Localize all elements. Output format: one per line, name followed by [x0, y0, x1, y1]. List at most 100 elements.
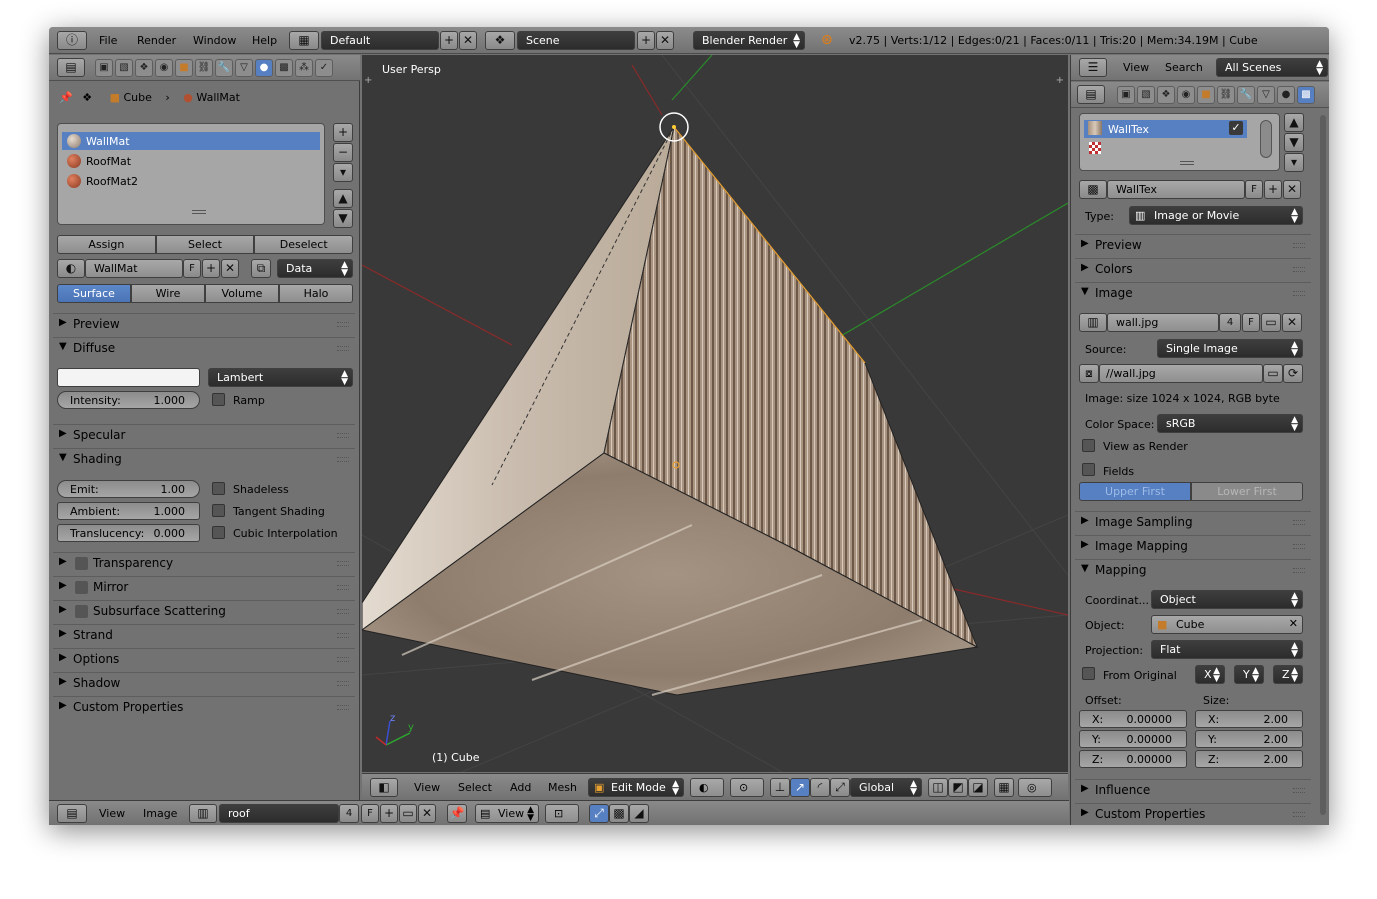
- texture-unlink-icon[interactable]: ✕: [1283, 180, 1301, 199]
- panel-transparency[interactable]: ▶ Transparency: [53, 552, 355, 574]
- panel-grip-icon[interactable]: [1293, 812, 1305, 817]
- object-context-icon[interactable]: ■: [1197, 86, 1215, 104]
- image-name-field[interactable]: roof: [219, 804, 339, 823]
- data-context-icon[interactable]: ▽: [1257, 86, 1275, 104]
- menu-window[interactable]: Window: [193, 34, 236, 47]
- shading-select[interactable]: ◐: [690, 778, 724, 797]
- texture-name-field[interactable]: WallTex: [1107, 180, 1245, 199]
- image-open-icon[interactable]: ▭: [1261, 313, 1281, 332]
- properties-scrollbar[interactable]: [1320, 115, 1326, 815]
- panel-diffuse[interactable]: ▼ Diffuse: [53, 337, 355, 359]
- menu-help[interactable]: Help: [252, 34, 277, 47]
- texture-specials-icon[interactable]: ▾: [1284, 153, 1304, 172]
- texture-fake-user-button[interactable]: F: [1245, 180, 1263, 199]
- image-view-select[interactable]: ▤ View ▲ ▼: [475, 804, 539, 823]
- scene-icon[interactable]: ❖: [485, 31, 515, 50]
- constraints-context-icon[interactable]: ⛓: [1217, 86, 1235, 104]
- 3d-viewport[interactable]: y z User Persp (1) Cube + +: [362, 55, 1068, 772]
- panel-image-sampling[interactable]: ▶ Image Sampling: [1075, 511, 1311, 533]
- image-open-icon[interactable]: ▭: [399, 804, 417, 823]
- source-select[interactable]: Single Image ▲ ▼: [1157, 339, 1303, 358]
- material-link-select[interactable]: Data ▲ ▼: [277, 259, 353, 278]
- remove-layout-icon[interactable]: ✕: [459, 31, 477, 50]
- move-slot-up-icon[interactable]: ▲: [333, 189, 353, 208]
- panel-image[interactable]: ▼ Image: [1075, 282, 1311, 304]
- pack-icon[interactable]: ⧇: [1079, 364, 1099, 383]
- screen-layout-icon[interactable]: ▦: [289, 31, 319, 50]
- image-menu-image[interactable]: Image: [143, 807, 177, 820]
- panel-preview[interactable]: ▶ Preview: [1075, 234, 1311, 256]
- panel-grip-icon[interactable]: [337, 705, 349, 710]
- panel-colors[interactable]: ▶ Colors: [1075, 258, 1311, 280]
- material-browse-icon[interactable]: ◐: [57, 259, 85, 278]
- proportional-select[interactable]: ◎: [1018, 778, 1052, 797]
- panel-strand[interactable]: ▶ Strand: [53, 624, 355, 646]
- image-editor-type-icon[interactable]: ▤: [57, 804, 87, 823]
- panel-shading[interactable]: ▼ Shading: [53, 448, 355, 470]
- panel-custom-properties[interactable]: ▶ Custom Properties: [53, 696, 355, 718]
- toolshelf-expand-icon[interactable]: +: [364, 75, 372, 86]
- checker-icon[interactable]: ▩: [609, 804, 629, 823]
- new-material-icon[interactable]: +: [202, 259, 220, 278]
- panel-grip-icon[interactable]: [337, 609, 349, 614]
- face-select-icon[interactable]: ◪: [968, 778, 988, 797]
- panel-grip-icon[interactable]: [1293, 544, 1305, 549]
- map-y-select[interactable]: Y ▲ ▼: [1234, 665, 1264, 684]
- properties-expand-icon[interactable]: +: [1056, 75, 1064, 86]
- panel-mirror[interactable]: ▶ Mirror: [53, 576, 355, 598]
- uv-sync-icon[interactable]: ⤢: [589, 804, 609, 823]
- mirror-checkbox[interactable]: [75, 581, 88, 594]
- tab-surface[interactable]: Surface: [57, 284, 131, 303]
- panel-grip-icon[interactable]: [1293, 291, 1305, 296]
- panel-preview[interactable]: ▶ Preview: [53, 313, 355, 335]
- shadeless-checkbox[interactable]: [212, 482, 225, 495]
- offset-z-field[interactable]: Z: 0.00000: [1079, 750, 1187, 768]
- scale-icon[interactable]: ⤢: [830, 778, 850, 797]
- panel-grip-icon[interactable]: [337, 457, 349, 462]
- panel-image-mapping[interactable]: ▶ Image Mapping: [1075, 535, 1311, 557]
- info-editor-icon[interactable]: ⓘ: [57, 31, 87, 50]
- list-item[interactable]: WallTex ✓: [1084, 120, 1247, 138]
- viewport-menu-select[interactable]: Select: [458, 781, 492, 794]
- list-resize-grip[interactable]: [192, 210, 206, 214]
- panel-grip-icon[interactable]: [1293, 520, 1305, 525]
- texture-new-icon[interactable]: +: [1264, 180, 1282, 199]
- select-button[interactable]: Select: [155, 235, 255, 254]
- image-pivot-select[interactable]: ⊡: [545, 804, 579, 823]
- list-item[interactable]: RoofMat: [62, 152, 320, 170]
- add-layout-icon[interactable]: +: [440, 31, 458, 50]
- outliner-editor-type-icon[interactable]: ☰: [1079, 58, 1107, 77]
- panel-grip-icon[interactable]: [337, 657, 349, 662]
- slot-specials-icon[interactable]: ▾: [333, 163, 353, 182]
- panel-grip-icon[interactable]: [337, 633, 349, 638]
- color-space-select[interactable]: sRGB ▲ ▼: [1157, 414, 1303, 433]
- texture-browse-icon[interactable]: ▩: [1079, 180, 1107, 199]
- list-resize-grip[interactable]: [1180, 161, 1194, 165]
- image-menu-view[interactable]: View: [99, 807, 125, 820]
- panel-grip-icon[interactable]: [1293, 243, 1305, 248]
- move-texture-up-icon[interactable]: ▲: [1284, 113, 1304, 132]
- image-fake-user-button[interactable]: F: [361, 804, 379, 823]
- layers-context-icon[interactable]: ▧: [1137, 86, 1155, 104]
- view-as-render-checkbox[interactable]: [1082, 439, 1095, 452]
- panel-options[interactable]: ▶ Options: [53, 648, 355, 670]
- data-context-icon[interactable]: ▽: [235, 59, 253, 77]
- modifiers-context-icon[interactable]: 🔧: [215, 59, 233, 77]
- panel-grip-icon[interactable]: [337, 585, 349, 590]
- manipulator-toggle-icon[interactable]: ⊥: [770, 778, 790, 797]
- menu-render[interactable]: Render: [137, 34, 176, 47]
- material-context-icon[interactable]: ●: [255, 59, 273, 77]
- viewport-menu-add[interactable]: Add: [510, 781, 531, 794]
- size-y-field[interactable]: Y: 2.00: [1195, 730, 1303, 748]
- list-item[interactable]: RoofMat2: [62, 172, 320, 190]
- pin-icon[interactable]: 📌: [59, 91, 73, 104]
- screen-layout-field[interactable]: Default: [321, 31, 439, 50]
- texture-type-select[interactable]: ▥ Image or Movie ▲ ▼: [1129, 206, 1303, 225]
- map-x-select[interactable]: X ▲ ▼: [1195, 665, 1225, 684]
- emit-field[interactable]: Emit: 1.00: [57, 480, 200, 498]
- panel-grip-icon[interactable]: [337, 561, 349, 566]
- add-scene-icon[interactable]: +: [637, 31, 655, 50]
- assign-button[interactable]: Assign: [57, 235, 156, 254]
- intensity-field[interactable]: Intensity: 1.000: [57, 391, 200, 409]
- upper-first-button[interactable]: Upper First: [1079, 482, 1191, 501]
